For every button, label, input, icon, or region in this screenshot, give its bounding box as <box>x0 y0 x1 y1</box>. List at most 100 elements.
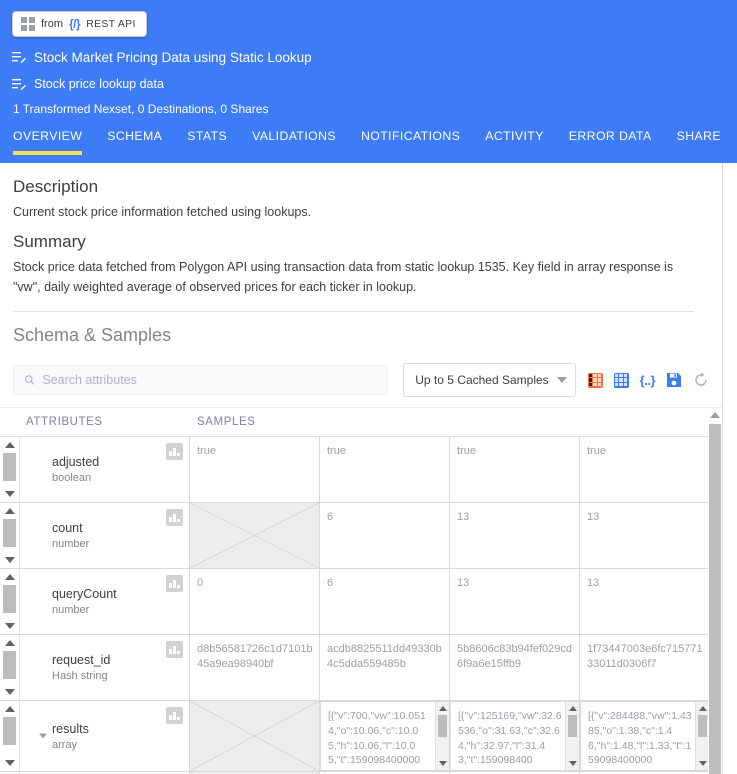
orange-grid-icon[interactable] <box>587 372 603 388</box>
page-title: Stock Market Pricing Data using Static L… <box>34 50 312 65</box>
table-vertical-scrollbar[interactable] <box>708 408 722 774</box>
scroll-thumb[interactable] <box>3 585 16 614</box>
scroll-thumb[interactable] <box>568 715 577 738</box>
search-icon <box>24 375 35 385</box>
scroll-down-arrow-icon[interactable] <box>4 760 15 767</box>
attribute-cell[interactable]: results array <box>20 701 190 772</box>
scroll-thumb[interactable] <box>698 715 707 738</box>
search-attributes-box[interactable] <box>13 365 388 396</box>
tab-schema[interactable]: SCHEMA <box>107 129 162 155</box>
sample-cell-json[interactable]: [{"v":700,"vw":10.0514,"o":10.06,"c":10.… <box>320 701 450 772</box>
edit-list-icon-secondary[interactable] <box>12 78 27 91</box>
schema-toolbar: Up to 5 Cached Samples {..} <box>0 363 722 398</box>
scroll-thumb[interactable] <box>709 424 721 774</box>
bar-chart-icon[interactable] <box>166 575 183 593</box>
save-icon[interactable] <box>666 372 682 388</box>
badge-from-label: from <box>41 18 63 30</box>
cached-samples-select[interactable]: Up to 5 Cached Samples <box>403 363 576 398</box>
schema-samples-table: ATTRIBUTES SAMPLES adjusted boolean true… <box>0 407 722 774</box>
sample-cell: 6 <box>320 569 450 635</box>
scroll-down-arrow-icon[interactable] <box>4 689 15 696</box>
scroll-up-arrow-icon[interactable] <box>710 412 720 419</box>
scroll-down-arrow-icon[interactable] <box>4 557 15 564</box>
table-row: queryCount number 0 6 13 13 <box>0 569 722 636</box>
cell-scrollbar[interactable] <box>695 702 709 771</box>
scroll-up-arrow-icon[interactable] <box>4 706 15 713</box>
attribute-type: boolean <box>52 472 92 485</box>
scroll-up-arrow-icon[interactable] <box>698 706 707 712</box>
tab-error-data[interactable]: ERROR DATA <box>569 129 652 155</box>
tab-share[interactable]: SHARE <box>677 129 721 155</box>
badge-api-label: REST API <box>86 18 136 30</box>
sample-cell: true <box>320 437 450 503</box>
nexset-subtitle-row: Stock price lookup data <box>12 77 725 91</box>
bar-chart-icon[interactable] <box>166 509 183 527</box>
blue-grid-icon[interactable] <box>613 372 629 388</box>
scroll-down-arrow-icon[interactable] <box>568 761 577 767</box>
scroll-down-arrow-icon[interactable] <box>438 761 447 767</box>
json-braces-icon[interactable]: {..} <box>640 373 656 388</box>
sample-cell: 6 <box>320 503 450 569</box>
cached-samples-value: Up to 5 Cached Samples <box>415 373 549 388</box>
scroll-up-arrow-icon[interactable] <box>568 706 577 712</box>
attribute-cell[interactable]: request_id Hash string <box>20 635 190 701</box>
sample-cell-empty <box>190 701 320 772</box>
scroll-down-arrow-icon[interactable] <box>698 761 707 767</box>
attribute-cell[interactable]: queryCount number <box>20 569 190 635</box>
cell-scrollbar[interactable] <box>435 702 449 771</box>
description-body: Current stock price information fetched … <box>13 205 312 219</box>
scroll-up-arrow-icon[interactable] <box>4 640 15 647</box>
page-header: from {/} REST API Stock Market Pricing D… <box>0 0 737 163</box>
attribute-type: Hash string <box>52 670 108 683</box>
row-scrollbar[interactable] <box>0 437 20 503</box>
sample-cell-json[interactable]: [{"v":284488,"vw":1.4385,"o":1.38,"c":1.… <box>580 701 710 772</box>
expand-caret-icon[interactable] <box>39 733 47 739</box>
tab-validations[interactable]: VALIDATIONS <box>252 129 336 155</box>
row-scrollbar[interactable] <box>0 701 20 772</box>
refresh-icon[interactable] <box>693 372 709 388</box>
page-subtitle: Stock price lookup data <box>34 77 164 91</box>
scroll-thumb[interactable] <box>3 519 16 548</box>
scroll-up-arrow-icon[interactable] <box>438 706 447 712</box>
edit-list-icon[interactable] <box>12 51 27 64</box>
tab-activity[interactable]: ACTIVITY <box>485 129 544 155</box>
grid-icon <box>21 17 35 31</box>
tab-stats[interactable]: STATS <box>187 129 227 155</box>
tab-overview[interactable]: OVERVIEW <box>13 129 83 155</box>
scroll-up-arrow-icon[interactable] <box>4 574 15 581</box>
schema-samples-heading: Schema & Samples <box>13 325 172 346</box>
attribute-cell[interactable]: count number <box>20 503 190 569</box>
table-row: request_id Hash string d8b56581726c1d710… <box>0 635 722 702</box>
content-area: Description Current stock price informat… <box>0 163 737 774</box>
bar-chart-icon[interactable] <box>166 641 183 659</box>
sample-cell: 13 <box>450 503 580 569</box>
nexset-title-row: Stock Market Pricing Data using Static L… <box>12 50 725 65</box>
row-scrollbar[interactable] <box>0 503 20 569</box>
scroll-thumb[interactable] <box>3 453 16 482</box>
attribute-cell[interactable]: adjusted boolean <box>20 437 190 503</box>
row-scrollbar[interactable] <box>0 635 20 701</box>
sample-cell: 13 <box>580 503 710 569</box>
tab-notifications[interactable]: NOTIFICATIONS <box>361 129 460 155</box>
scroll-up-arrow-icon[interactable] <box>4 442 15 449</box>
bar-chart-icon[interactable] <box>166 707 183 725</box>
scroll-thumb[interactable] <box>438 715 447 738</box>
sample-cell: 5b8606c83b94fef029cd6f9a6e15ffb9 <box>450 635 580 701</box>
search-input[interactable] <box>42 373 377 388</box>
sample-cell: 13 <box>450 569 580 635</box>
scroll-thumb[interactable] <box>3 651 16 680</box>
source-type-badge[interactable]: from {/} REST API <box>12 11 147 37</box>
scroll-down-arrow-icon[interactable] <box>4 491 15 498</box>
sample-json-text: [{"v":125169,"vw":32.6536,"o":31.63,"c":… <box>458 710 562 767</box>
cell-scrollbar[interactable] <box>565 702 579 771</box>
attribute-type: array <box>52 738 78 751</box>
sample-cell: 13 <box>580 569 710 635</box>
scroll-down-arrow-icon[interactable] <box>4 623 15 630</box>
sample-cell-json[interactable]: [{"v":125169,"vw":32.6536,"o":31.63,"c":… <box>450 701 580 772</box>
bar-chart-icon[interactable] <box>166 443 183 461</box>
scroll-up-arrow-icon[interactable] <box>4 508 15 515</box>
chevron-down-icon <box>556 377 567 384</box>
row-scrollbar[interactable] <box>0 569 20 635</box>
nexset-meta-summary: 1 Transformed Nexset, 0 Destinations, 0 … <box>13 102 269 116</box>
scroll-thumb[interactable] <box>3 717 16 746</box>
